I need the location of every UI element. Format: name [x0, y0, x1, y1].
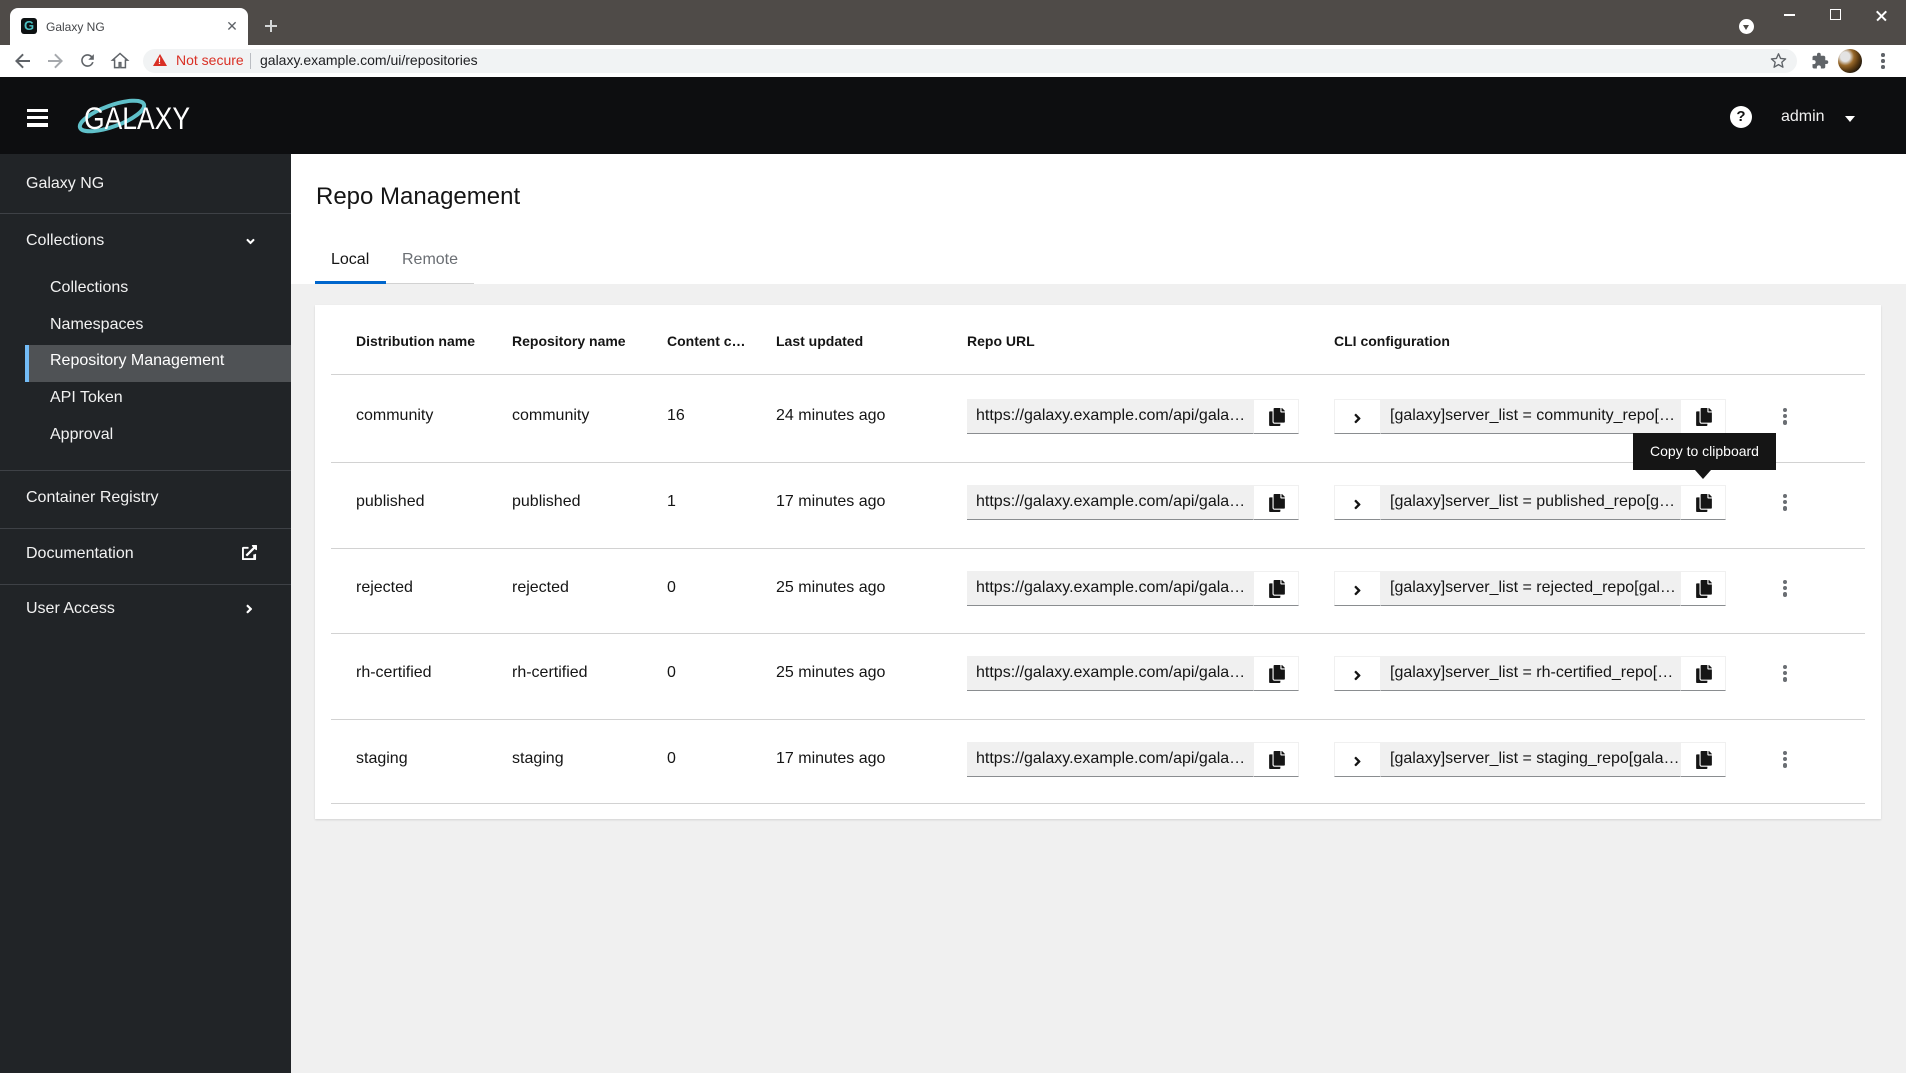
- svg-text:GALAXY: GALAXY: [84, 100, 190, 136]
